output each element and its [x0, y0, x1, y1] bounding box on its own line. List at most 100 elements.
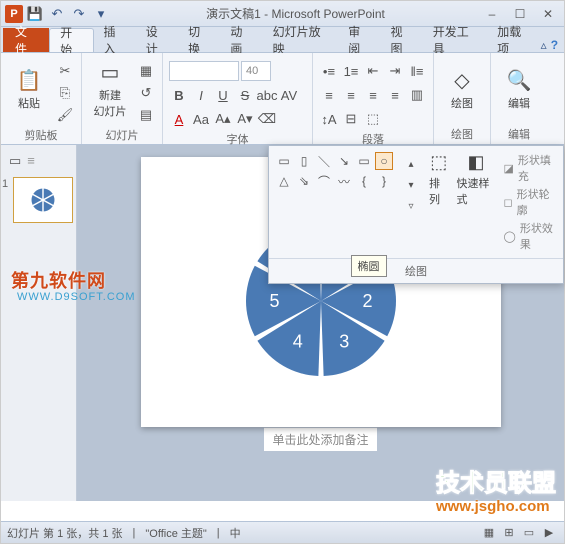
shape-arrow[interactable]: ↘ [335, 152, 353, 170]
slide-thumbnail-1[interactable]: 1 [13, 177, 73, 223]
tab-slideshow[interactable]: 幻灯片放映 [263, 28, 339, 52]
shape-arc[interactable]: ⌒ [315, 172, 333, 190]
ribbon-home: 📋 粘贴 ✂ ⎘ 🖌 剪贴板 ▭ 新建 幻灯片 ▦ ↺ ▤ 幻灯片 [1, 53, 564, 145]
smartart-button[interactable]: ⬚ [363, 109, 383, 129]
copy-icon[interactable]: ⎘ [55, 83, 75, 103]
align-text-button[interactable]: ⊟ [341, 109, 361, 129]
reset-icon[interactable]: ↺ [136, 83, 156, 103]
save-icon[interactable]: 💾 [25, 4, 45, 24]
quickstyle-label[interactable]: 快速样式 [457, 175, 496, 207]
app-icon[interactable]: P [5, 5, 23, 23]
new-slide-icon: ▭ [97, 59, 123, 85]
group-paragraph: •≡ 1≡ ⇤ ⇥ ‖≡ ≡ ≡ ≡ ≡ ▥ ↕A ⊟ ⬚ [313, 53, 434, 144]
tab-transitions[interactable]: 切换 [178, 28, 220, 52]
paste-button[interactable]: 📋 粘贴 [7, 57, 51, 121]
new-slide-button[interactable]: ▭ 新建 幻灯片 [88, 57, 132, 121]
align-center-button[interactable]: ≡ [341, 85, 361, 105]
strike-button[interactable]: S [235, 85, 255, 105]
gallery-down-icon[interactable]: ▾ [401, 175, 421, 195]
align-left-button[interactable]: ≡ [319, 85, 339, 105]
editing-button[interactable]: 🔍 编辑 [497, 57, 541, 121]
shape-brace-left[interactable]: { [355, 172, 373, 190]
arrange-label[interactable]: 排列 [429, 175, 449, 207]
grow-font-button[interactable]: A▴ [213, 109, 233, 129]
maximize-button[interactable]: ☐ [508, 5, 532, 23]
shape-connector[interactable]: ⇘ [295, 172, 313, 190]
shrink-font-button[interactable]: A▾ [235, 109, 255, 129]
section-icon[interactable]: ▤ [136, 105, 156, 125]
font-family-combo[interactable] [169, 61, 239, 81]
shape-effects-button[interactable]: ◯形状效果 [504, 220, 557, 252]
footer-watermark: 技术员联盟 www.jsgho.com [436, 463, 556, 515]
slide-canvas-area: 123456 椭圆 ▭ ▯ ＼ ↘ ▭ ○ △ ⇘ ⌒ 〰 { } [77, 145, 564, 501]
justify-button[interactable]: ≡ [385, 85, 405, 105]
footer-watermark-cn: 技术员联盟 [436, 463, 556, 498]
status-bar: 幻灯片 第 1 张，共 1 张 | "Office 主题" | 中 ▦ ⊞ ▭ … [1, 521, 564, 543]
qat-dropdown-icon[interactable]: ▾ [91, 4, 111, 24]
shape-vert-textbox[interactable]: ▯ [295, 152, 313, 170]
tab-animations[interactable]: 动画 [220, 28, 262, 52]
svg-text:5: 5 [269, 291, 279, 311]
gallery-up-icon[interactable]: ▴ [401, 154, 421, 174]
font-color-button[interactable]: A [169, 109, 189, 129]
fill-icon: ◪ [504, 162, 514, 175]
view-sorter-icon[interactable]: ⊞ [500, 525, 518, 541]
arrange-icon[interactable]: ⬚ [430, 152, 447, 173]
slides-tab-icon[interactable]: ▭ [9, 153, 21, 169]
view-reading-icon[interactable]: ▭ [520, 525, 538, 541]
cut-icon[interactable]: ✂ [55, 61, 75, 81]
tab-developer[interactable]: 开发工具 [423, 28, 488, 52]
clear-format-button[interactable]: ⌫ [257, 109, 277, 129]
bullets-button[interactable]: •≡ [319, 61, 339, 81]
line-spacing-button[interactable]: ‖≡ [407, 61, 427, 81]
format-painter-icon[interactable]: 🖌 [55, 105, 75, 125]
shape-line[interactable]: ＼ [315, 152, 333, 170]
view-normal-icon[interactable]: ▦ [480, 525, 498, 541]
columns-button[interactable]: ▥ [407, 85, 427, 105]
tab-view[interactable]: 视图 [381, 28, 423, 52]
align-right-button[interactable]: ≡ [363, 85, 383, 105]
quickstyle-icon[interactable]: ◧ [468, 152, 485, 173]
tab-design[interactable]: 设计 [136, 28, 178, 52]
tab-home[interactable]: 开始 [49, 28, 93, 52]
char-spacing-button[interactable]: AV [279, 85, 299, 105]
text-direction-button[interactable]: ↕A [319, 109, 339, 129]
undo-icon[interactable]: ↶ [47, 4, 67, 24]
shape-fill-button[interactable]: ◪形状填充 [504, 152, 557, 184]
shape-oval[interactable]: ○ [375, 152, 393, 170]
ribbon-minimize-icon[interactable]: ▵ [541, 38, 547, 52]
shape-outline-button[interactable]: ◻形状轮廓 [504, 186, 557, 218]
underline-button[interactable]: U [213, 85, 233, 105]
shadow-button[interactable]: abc [257, 85, 277, 105]
find-icon: 🔍 [506, 67, 532, 93]
indent-dec-button[interactable]: ⇤ [363, 61, 383, 81]
italic-button[interactable]: I [191, 85, 211, 105]
change-case-button[interactable]: Aa [191, 109, 211, 129]
close-button[interactable]: ✕ [536, 5, 560, 23]
redo-icon[interactable]: ↷ [69, 4, 89, 24]
status-language[interactable]: 中 [230, 525, 241, 541]
indent-inc-button[interactable]: ⇥ [385, 61, 405, 81]
tab-review[interactable]: 审阅 [338, 28, 380, 52]
drawing-button[interactable]: ◇ 绘图 [440, 57, 484, 121]
view-slideshow-icon[interactable]: ▶ [540, 525, 558, 541]
font-size-combo[interactable]: 40 [241, 61, 271, 81]
group-clipboard: 📋 粘贴 ✂ ⎘ 🖌 剪贴板 [1, 53, 82, 144]
shape-rect[interactable]: ▭ [355, 152, 373, 170]
tab-file[interactable]: 文件 [3, 28, 49, 52]
numbering-button[interactable]: 1≡ [341, 61, 361, 81]
minimize-button[interactable]: – [480, 5, 504, 23]
layout-icon[interactable]: ▦ [136, 61, 156, 81]
gallery-more-icon[interactable]: ▿ [401, 196, 421, 216]
shape-triangle[interactable]: △ [275, 172, 293, 190]
help-icon[interactable]: ? [551, 38, 558, 52]
bold-button[interactable]: B [169, 85, 189, 105]
tab-addins[interactable]: 加载项 [487, 28, 540, 52]
outline-tab-icon[interactable]: ≡ [27, 153, 35, 169]
shape-curve[interactable]: 〰 [335, 172, 353, 190]
shape-textbox[interactable]: ▭ [275, 152, 293, 170]
notes-pane[interactable]: 单击此处添加备注 [264, 427, 376, 451]
shape-brace-right[interactable]: } [375, 172, 393, 190]
tab-insert[interactable]: 插入 [94, 28, 136, 52]
outline-icon: ◻ [504, 196, 513, 209]
